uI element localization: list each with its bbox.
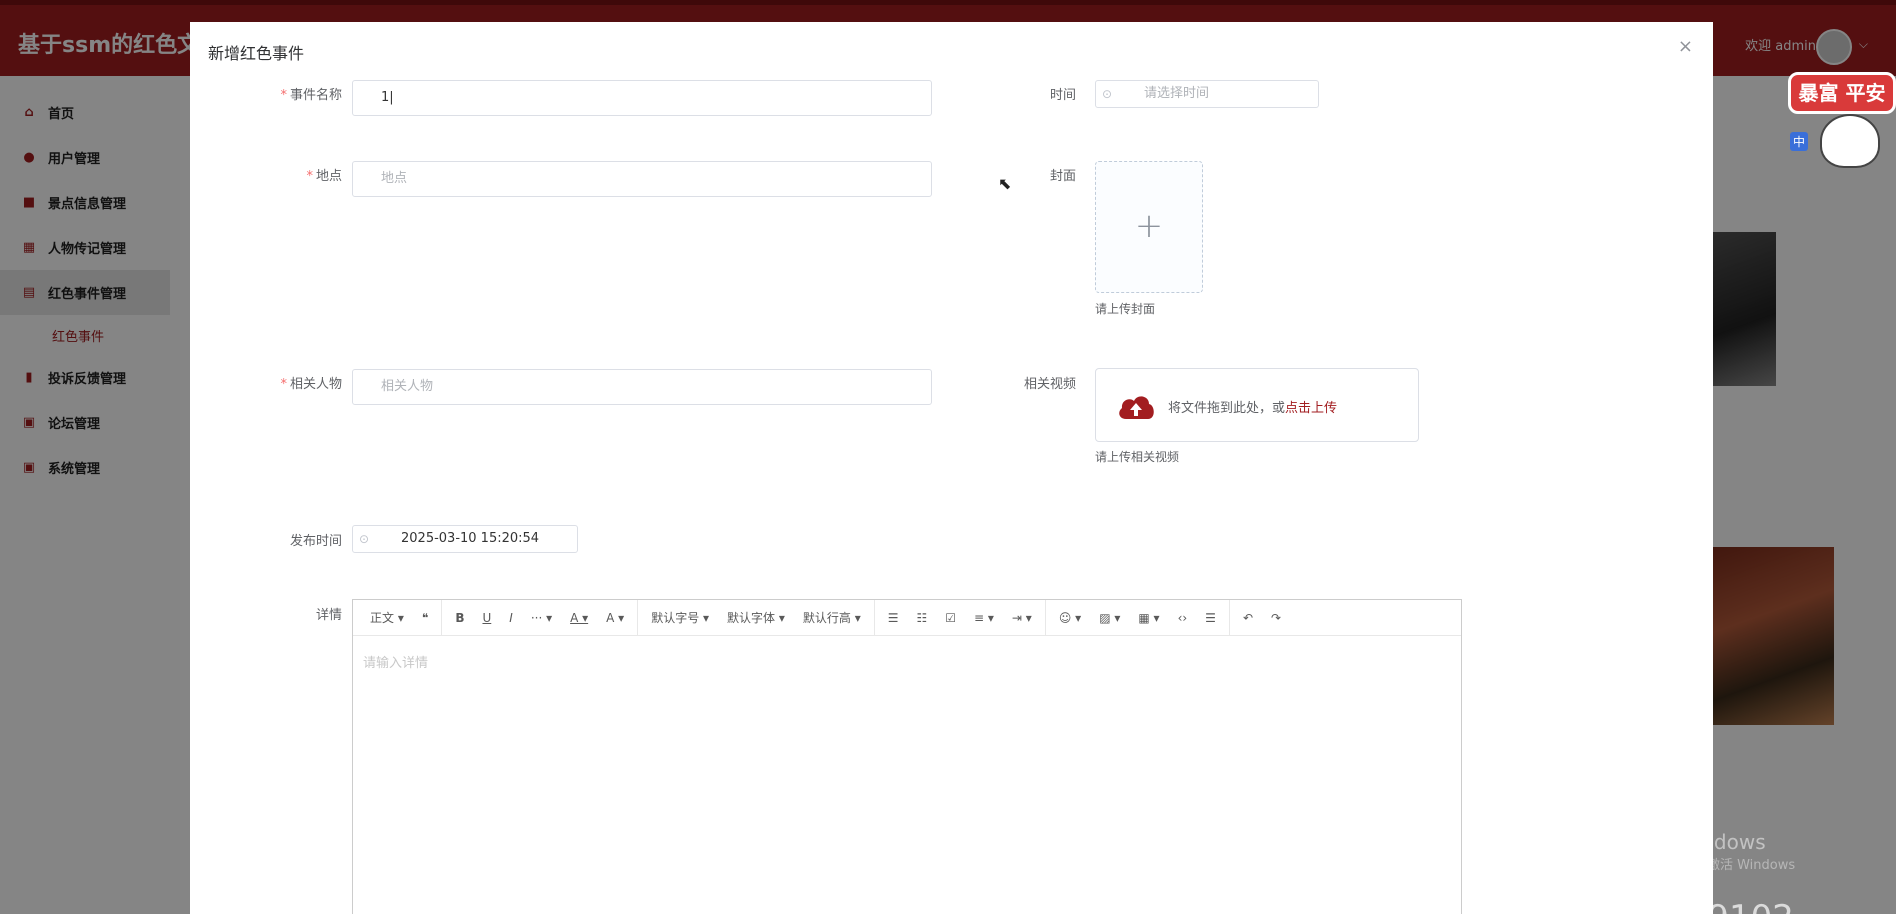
toolbar-image-button[interactable]: ▨ ▾: [1090, 600, 1129, 636]
people-label: * 相关人物: [280, 377, 342, 392]
ime-badge: 中: [1790, 132, 1809, 151]
clock-icon: ⊙: [359, 532, 370, 546]
toolbar-font-color-button[interactable]: A ▾: [561, 600, 597, 636]
toolbar-more-button[interactable]: ··· ▾: [522, 600, 561, 636]
editor-toolbar: 正文 ▾ ❝ B U I ··· ▾ A ▾ A ▾ 默认字号 ▾ 默认字体 ▾…: [353, 599, 1461, 636]
cover-label: 封面: [1049, 169, 1076, 184]
toolbar-underline-button[interactable]: U: [473, 600, 500, 636]
toolbar-divider: [1044, 599, 1046, 636]
toolbar-align-button[interactable]: ≡ ▾: [965, 600, 1003, 636]
toolbar-divider: [1228, 599, 1230, 636]
cover-tip: 请上传封面: [1095, 302, 1156, 316]
sticker-sign: 暴富 平安: [1788, 72, 1896, 114]
cover-upload[interactable]: +: [1095, 161, 1203, 293]
toolbar-font-family-select[interactable]: 默认字体 ▾: [718, 600, 794, 636]
place-input[interactable]: 地点: [352, 161, 932, 197]
mouse-cursor-icon: ⬉: [998, 174, 1012, 193]
video-upload-dropzone[interactable]: 将文件拖到此处，或点击上传: [1095, 368, 1419, 442]
people-input[interactable]: 相关人物: [352, 369, 932, 405]
toolbar-bullet-list-button[interactable]: ☰: [879, 600, 908, 636]
detail-label: 详情: [315, 608, 342, 623]
cat-mascot-icon: [1820, 114, 1880, 168]
toolbar-todo-button[interactable]: ☑: [936, 600, 965, 636]
toolbar-bg-color-button[interactable]: A ▾: [597, 600, 633, 636]
toolbar-quote-button[interactable]: ❝: [413, 600, 437, 636]
dialog-title: 新增红色事件: [208, 44, 305, 63]
video-label: 相关视频: [1023, 377, 1076, 392]
csdn-watermark: CSDN @QQ2279239102: [1490, 858, 1794, 914]
toolbar-font-size-select[interactable]: 默认字号 ▾: [642, 600, 718, 636]
clock-icon: ⊙: [1102, 87, 1113, 101]
time-label: 时间: [1049, 88, 1076, 103]
toolbar-divider: [441, 599, 443, 636]
place-label: * 地点: [306, 169, 342, 184]
toolbar-emoji-button[interactable]: ☺ ▾: [1050, 600, 1090, 636]
time-picker[interactable]: ⊙ 请选择时间: [1095, 80, 1319, 108]
toolbar-table-button[interactable]: ▦ ▾: [1129, 600, 1168, 636]
publish-time-picker[interactable]: ⊙ 2025-03-10 15:20:54: [352, 525, 578, 553]
upload-hint: 将文件拖到此处，或点击上传: [1168, 401, 1338, 416]
toolbar-line-height-select[interactable]: 默认行高 ▾: [794, 600, 870, 636]
toolbar-redo-button[interactable]: ↷: [1262, 600, 1290, 636]
toolbar-numbered-list-button[interactable]: ☷: [907, 600, 936, 636]
toolbar-heading-button[interactable]: 正文 ▾: [361, 600, 413, 636]
video-tip: 请上传相关视频: [1095, 450, 1180, 464]
decorative-sticker: 暴富 平安 中: [1786, 62, 1896, 172]
add-event-dialog: 新增红色事件 × * 事件名称 1| 时间 ⊙ 请选择时间 * 地点 地点 ⬉ 封面…: [190, 22, 1713, 914]
toolbar-divider-line-button[interactable]: ☰: [1196, 600, 1225, 636]
toolbar-italic-button[interactable]: I: [500, 600, 522, 636]
toolbar-bold-button[interactable]: B: [446, 600, 473, 636]
plus-icon: +: [1134, 206, 1164, 246]
toolbar-divider: [873, 599, 875, 636]
click-upload-link[interactable]: 点击上传: [1285, 401, 1337, 416]
event-name-input[interactable]: 1|: [352, 80, 932, 116]
toolbar-code-button[interactable]: ‹›: [1169, 600, 1197, 636]
close-icon[interactable]: ×: [1678, 36, 1693, 57]
publish-time-label: 发布时间: [289, 534, 342, 549]
toolbar-divider: [637, 599, 639, 636]
cloud-upload-icon: [1119, 396, 1154, 419]
event-name-label: * 事件名称: [280, 88, 342, 103]
toolbar-undo-button[interactable]: ↶: [1234, 600, 1262, 636]
toolbar-indent-button[interactable]: ⇥ ▾: [1003, 600, 1041, 636]
rich-text-editor: 正文 ▾ ❝ B U I ··· ▾ A ▾ A ▾ 默认字号 ▾ 默认字体 ▾…: [352, 599, 1462, 914]
editor-content-area[interactable]: 请输入详情: [353, 636, 1461, 687]
